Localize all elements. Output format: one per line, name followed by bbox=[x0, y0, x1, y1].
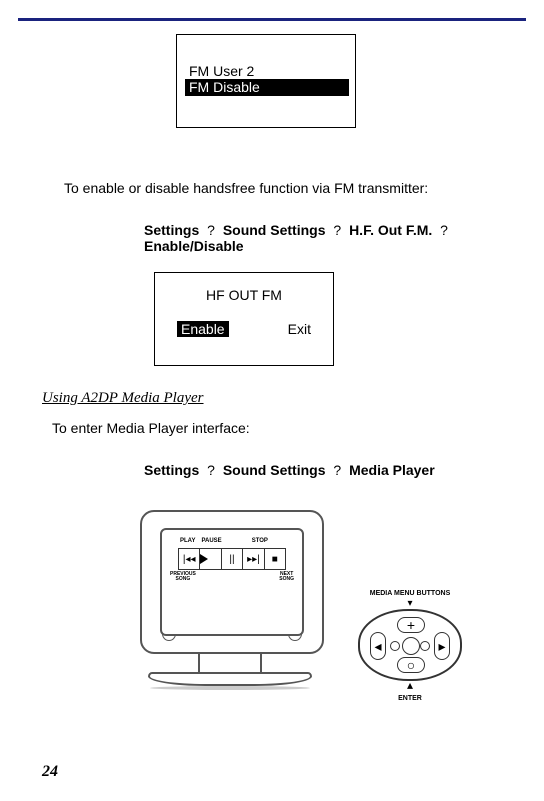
remote-small-2 bbox=[420, 641, 430, 651]
remote-up-button: + bbox=[397, 617, 425, 633]
hf-enable-selected: Enable bbox=[177, 321, 229, 337]
intro-paragraph-1: To enable or disable handsfree function … bbox=[64, 180, 504, 196]
fm-user-line: FM User 2 bbox=[177, 35, 355, 79]
top-divider bbox=[18, 18, 526, 21]
nav1-hfout: H.F. Out F.M. bbox=[349, 222, 432, 238]
hf-exit: Exit bbox=[288, 321, 311, 337]
nav1-enable: Enable/Disable bbox=[144, 238, 244, 254]
remote-body: + ○ ◂ ▸ bbox=[358, 609, 462, 681]
pause-button: || bbox=[222, 549, 243, 569]
hf-title: HF OUT FM bbox=[155, 273, 333, 303]
nav1-sound: Sound Settings bbox=[223, 222, 326, 238]
next-song-button: ▸▸| bbox=[243, 549, 264, 569]
label-next-song: NEXT SONG bbox=[279, 572, 294, 582]
nav2-sound: Sound Settings bbox=[223, 462, 326, 478]
label-play: PLAY bbox=[180, 538, 195, 544]
remote-enter-button bbox=[402, 637, 420, 655]
remote-right-button: ▸ bbox=[434, 632, 450, 660]
remote-left-button: ◂ bbox=[370, 632, 386, 660]
remote-label-bot: ENTER bbox=[340, 695, 480, 702]
page-number: 24 bbox=[42, 763, 58, 781]
nav1-settings: Settings bbox=[144, 222, 199, 238]
arrow-down-icon: ▾ bbox=[340, 599, 480, 609]
remote-illustration: MEDIA MENU BUTTONS ▾ + ○ ◂ ▸ ▴ ENTER bbox=[340, 590, 480, 702]
label-stop: STOP bbox=[252, 538, 268, 544]
fm-user-box: FM User 2 FM Disable bbox=[176, 34, 356, 128]
play-button bbox=[200, 549, 221, 569]
monitor-shadow bbox=[150, 686, 310, 690]
nav2-media: Media Player bbox=[349, 462, 435, 478]
fm-disable-selected: FM Disable bbox=[185, 79, 349, 96]
player-controls: |◂◂ || ▸▸| ■ bbox=[178, 548, 286, 570]
nav2-sep1: ? bbox=[203, 462, 219, 478]
play-icon bbox=[200, 554, 220, 564]
label-next-2: SONG bbox=[279, 576, 294, 582]
nav2-sep2: ? bbox=[329, 462, 345, 478]
remote-label-top: MEDIA MENU BUTTONS bbox=[340, 590, 480, 597]
nav1-sep1: ? bbox=[203, 222, 219, 238]
nav-path-2: Settings ? Sound Settings ? Media Player bbox=[144, 462, 435, 478]
label-pause: PAUSE bbox=[201, 538, 221, 544]
nav1-sep2: ? bbox=[329, 222, 345, 238]
remote-down-button: ○ bbox=[397, 657, 425, 673]
monitor-screen: PLAY PAUSE STOP |◂◂ || ▸▸| ■ PREVIOUS SO… bbox=[160, 528, 304, 636]
remote-small-1 bbox=[390, 641, 400, 651]
prev-song-button: |◂◂ bbox=[179, 549, 200, 569]
nav2-settings: Settings bbox=[144, 462, 199, 478]
monitor-base bbox=[148, 672, 312, 686]
label-prev-2: SONG bbox=[176, 576, 191, 582]
nav-path-1: Settings ? Sound Settings ? H.F. Out F.M… bbox=[144, 222, 504, 254]
monitor-stand bbox=[198, 654, 262, 672]
section-heading: Using A2DP Media Player bbox=[42, 390, 204, 407]
label-prev-song: PREVIOUS SONG bbox=[170, 572, 196, 582]
monitor-illustration: PLAY PAUSE STOP |◂◂ || ▸▸| ■ PREVIOUS SO… bbox=[140, 510, 320, 690]
nav1-sep3: ? bbox=[436, 222, 452, 238]
intro-paragraph-2: To enter Media Player interface: bbox=[52, 420, 250, 436]
hf-out-fm-box: HF OUT FM Enable Exit bbox=[154, 272, 334, 366]
stop-button: ■ bbox=[265, 549, 285, 569]
